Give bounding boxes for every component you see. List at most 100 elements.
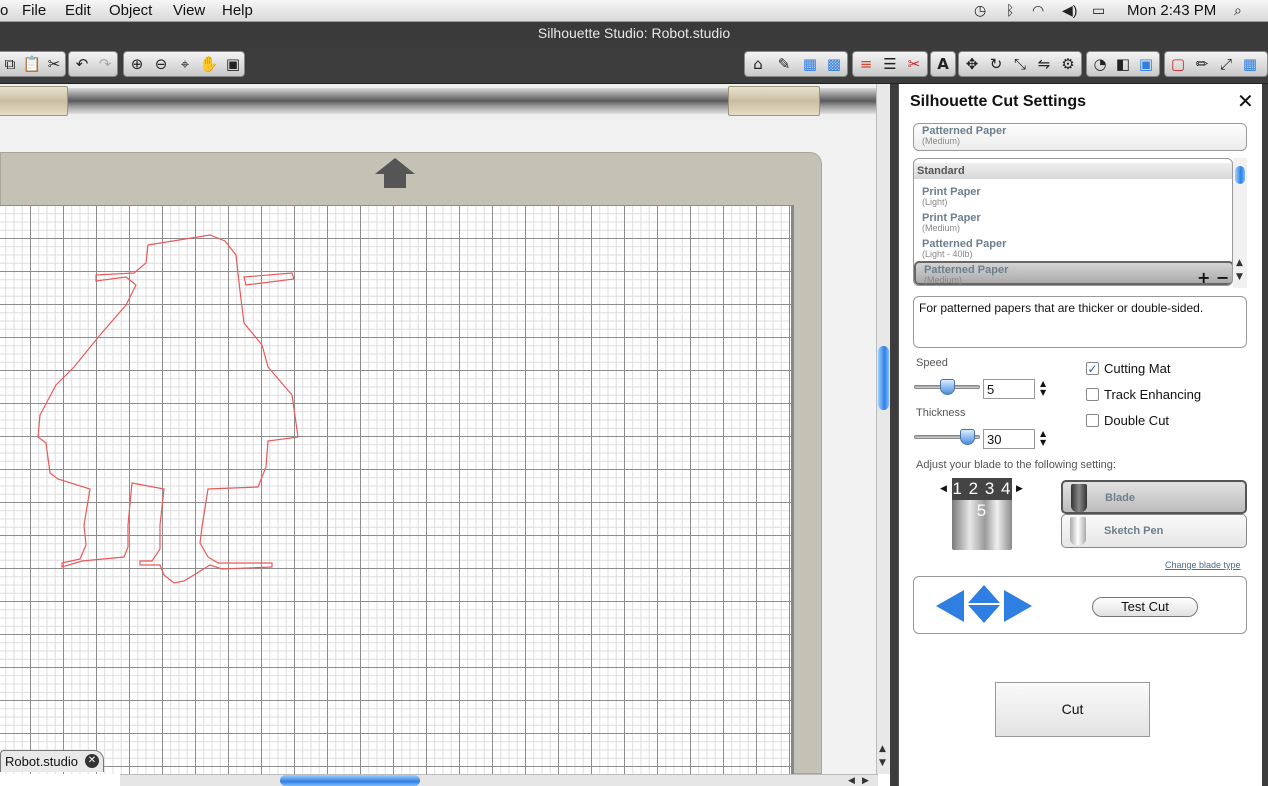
store-window-icon[interactable]: ◧: [1112, 54, 1134, 74]
grid-view-icon[interactable]: ▦: [1239, 54, 1261, 74]
robot-cut-shape[interactable]: [0, 205, 794, 774]
double-cut-checkbox[interactable]: [1086, 414, 1099, 427]
blade-dial-left-icon[interactable]: ◀: [940, 485, 947, 494]
move-icon[interactable]: ✥: [961, 54, 983, 74]
speed-input[interactable]: 5: [983, 379, 1035, 399]
app-menu-partial[interactable]: o: [0, 2, 8, 19]
replicate-icon[interactable]: ⚙: [1057, 54, 1079, 74]
panel-divider: [890, 84, 898, 786]
change-blade-link[interactable]: Change blade type: [1165, 560, 1241, 570]
print-cut-icon[interactable]: ▣: [1135, 54, 1157, 74]
material-list-scroll-thumb[interactable]: [1235, 166, 1245, 184]
cut-scissors-icon[interactable]: ✂: [43, 54, 65, 74]
scroll-down-arrow-icon[interactable]: ▼: [879, 758, 886, 768]
cut-settings-icon[interactable]: ✏: [1191, 54, 1213, 74]
material-list-scrollbar[interactable]: ▲ ▼: [1233, 158, 1247, 288]
blade-dial-right-icon[interactable]: ▶: [1016, 485, 1023, 494]
pan-hand-icon[interactable]: ✋: [198, 54, 220, 74]
scroll-right-arrow-icon[interactable]: ▶: [862, 776, 869, 786]
store-icon[interactable]: ⌂: [747, 54, 769, 74]
battery-icon[interactable]: ▭: [1092, 2, 1105, 19]
material-item-selected[interactable]: Patterned Paper (Medium): [914, 261, 1232, 285]
toolbar: ⧉ 📋 ✂ ↶ ↷ ⊕ ⊖ ⌖ ✋ ▣ ⌂ ✎ ▦ ▩ ≡ ☰ ✂ A ✥ ↻ …: [0, 44, 1268, 84]
blade-move-box: Test Cut: [913, 576, 1247, 634]
grid-icon[interactable]: ▩: [823, 54, 845, 74]
time-machine-icon[interactable]: ◷: [974, 2, 986, 19]
redo-icon[interactable]: ↷: [94, 54, 116, 74]
move-down-arrow-icon[interactable]: [968, 605, 1000, 623]
tool-sketch-pen-card[interactable]: Sketch Pen: [1061, 514, 1247, 548]
paste-icon[interactable]: 📋: [21, 54, 43, 74]
menu-clock[interactable]: Mon 2:43 PM: [1127, 2, 1216, 19]
eraser-icon[interactable]: ✎: [773, 54, 795, 74]
material-item[interactable]: Print Paper (Medium): [922, 213, 981, 233]
registration-marks-icon[interactable]: ▢: [1167, 54, 1189, 74]
selected-material-field[interactable]: Patterned Paper (Medium): [913, 123, 1247, 151]
track-enhancing-checkbox[interactable]: [1086, 388, 1099, 401]
move-up-arrow-icon[interactable]: [968, 585, 1000, 603]
thickness-input[interactable]: 30: [983, 429, 1035, 449]
ruler-handle-right[interactable]: [728, 86, 820, 116]
zoom-in-icon[interactable]: ⊕: [126, 54, 148, 74]
material-item-sub: (Medium): [924, 275, 963, 285]
bluetooth-icon[interactable]: ᛒ: [1006, 2, 1014, 18]
scroll-up-arrow-icon[interactable]: ▲: [879, 744, 886, 754]
line-color-icon[interactable]: ≡: [855, 54, 877, 74]
mirror-icon[interactable]: ⇋: [1033, 54, 1055, 74]
thickness-slider-knob[interactable]: [959, 429, 975, 445]
vertical-scrollbar[interactable]: ▲ ▼: [876, 84, 890, 774]
copy-icon[interactable]: ⧉: [0, 54, 21, 74]
track-enhancing-label: Track Enhancing: [1104, 387, 1202, 402]
tool-blade-card[interactable]: Blade: [1061, 480, 1247, 514]
zoom-selection-icon[interactable]: ⌖: [174, 54, 196, 74]
thickness-stepper-icon[interactable]: ▲ ▼: [1040, 429, 1046, 447]
horizontal-scrollbar[interactable]: ◀ ▶: [120, 774, 878, 786]
text-style-icon[interactable]: A: [932, 54, 954, 74]
move-left-arrow-icon[interactable]: [936, 590, 964, 622]
library-icon[interactable]: ◔: [1089, 54, 1111, 74]
vertical-scroll-thumb[interactable]: [878, 346, 889, 410]
scroll-left-arrow-icon[interactable]: ◀: [848, 776, 855, 786]
clipboard-tool-group: ⧉ 📋 ✂: [0, 51, 66, 77]
cutting-mat-checkbox[interactable]: ✓: [1086, 362, 1099, 375]
ruler-handle-left[interactable]: [0, 86, 68, 116]
menu-help[interactable]: Help: [222, 2, 253, 19]
wifi-icon[interactable]: ◠: [1032, 2, 1044, 19]
fit-page-icon[interactable]: ▣: [222, 54, 244, 74]
page-setup-icon[interactable]: ▦: [799, 54, 821, 74]
remove-material-button[interactable]: −: [1216, 268, 1229, 287]
undo-icon[interactable]: ↶: [71, 54, 93, 74]
speed-slider-knob[interactable]: [939, 379, 955, 395]
move-right-arrow-icon[interactable]: [1004, 590, 1032, 622]
cut-style-icon[interactable]: ✂: [903, 54, 925, 74]
rotate-icon[interactable]: ↻: [985, 54, 1007, 74]
menu-object[interactable]: Object: [109, 2, 152, 19]
menu-edit[interactable]: Edit: [65, 2, 91, 19]
menu-file[interactable]: File: [22, 2, 46, 19]
material-item[interactable]: Patterned Paper (Light - 40lb): [922, 239, 1006, 259]
fullscreen-icon[interactable]: ⤢: [1215, 54, 1237, 74]
volume-icon[interactable]: ◀): [1062, 2, 1077, 19]
work-area: [0, 120, 878, 774]
test-cut-button[interactable]: Test Cut: [1092, 597, 1198, 617]
speed-stepper-icon[interactable]: ▲ ▼: [1040, 379, 1046, 397]
horizontal-scroll-thumb[interactable]: [280, 775, 420, 786]
cut-button[interactable]: Cut: [995, 682, 1150, 737]
close-tab-icon[interactable]: ✕: [85, 754, 99, 768]
material-item[interactable]: Print Paper (Light): [922, 187, 981, 207]
menu-view[interactable]: View: [173, 2, 205, 19]
add-material-button[interactable]: +: [1197, 268, 1210, 287]
zoom-out-icon[interactable]: ⊖: [150, 54, 172, 74]
list-scroll-down-icon[interactable]: ▼: [1236, 272, 1243, 282]
material-list[interactable]: Standard Print Paper (Light) Print Paper…: [913, 158, 1233, 286]
list-scroll-up-icon[interactable]: ▲: [1236, 258, 1243, 268]
scale-icon[interactable]: ⤡: [1009, 54, 1031, 74]
panel-right-edge: [1262, 84, 1268, 786]
close-panel-icon[interactable]: ✕: [1237, 89, 1254, 113]
spotlight-search-icon[interactable]: ⌕: [1234, 2, 1242, 19]
document-tab[interactable]: Robot.studio ✕: [0, 750, 104, 772]
mat-grid[interactable]: [0, 205, 794, 774]
material-item-sub: (Light - 40lb): [922, 249, 973, 259]
tool-sketch-pen-label: Sketch Pen: [1104, 525, 1164, 537]
line-style-icon[interactable]: ☰: [879, 54, 901, 74]
